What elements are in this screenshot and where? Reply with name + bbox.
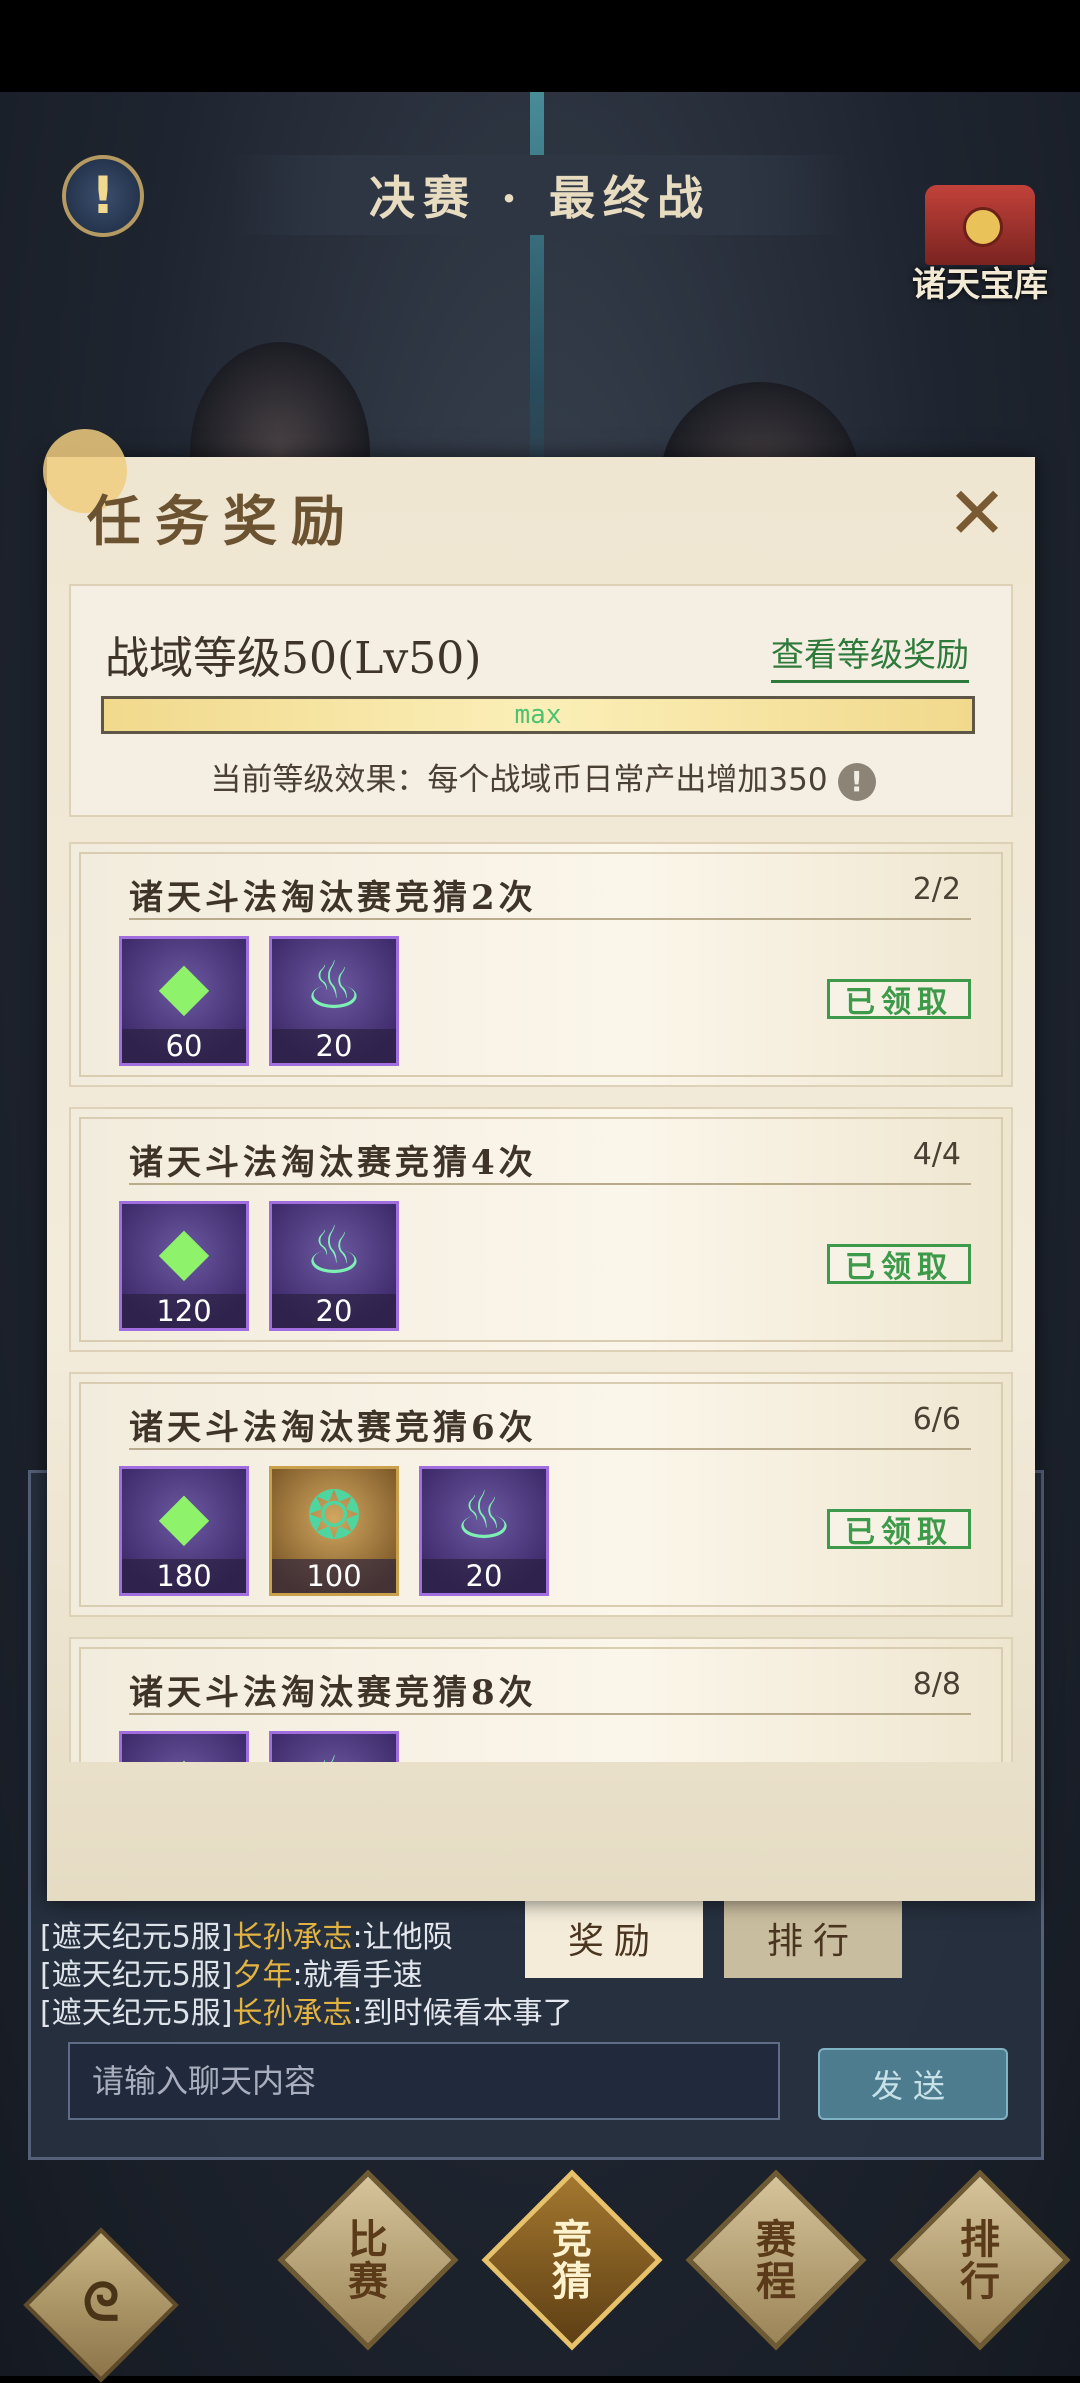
task-card: 诸天斗法淘汰赛竞猜2次 2/2 ◆ 60 ♨ 20 已领取 [69, 842, 1013, 1087]
reward-count: 60 [122, 1029, 246, 1063]
reward-item[interactable]: ◆ 180 [119, 1466, 249, 1596]
task-card: 诸天斗法淘汰赛竞猜4次 4/4 ◆ 120 ♨ 20 已领取 [69, 1107, 1013, 1352]
status-bar [0, 0, 1080, 92]
modal-title: 任务奖励 [87, 489, 359, 553]
task-title: 诸天斗法淘汰赛竞猜8次 [129, 1673, 537, 1713]
reward-item[interactable]: ◆ 120 [119, 1201, 249, 1331]
green-flame-icon: ♨ [304, 1212, 364, 1289]
info-icon[interactable]: ! [837, 762, 876, 801]
chat-message: [遮天纪元5服]长孙承志:到时候看本事了 [40, 1988, 573, 2032]
reward-item[interactable]: ♨ 20 [269, 936, 399, 1066]
claimed-stamp: 已领取 [827, 979, 971, 1020]
reward-count: 20 [272, 1294, 396, 1328]
tab-rewards-label: 奖励 [567, 1921, 660, 1962]
reward-item[interactable]: ♨ [269, 1731, 399, 1762]
nav-schedule-label: 赛 程 [756, 2216, 796, 2305]
vault-button[interactable]: 诸天宝库 [890, 185, 1070, 315]
view-level-rewards-link[interactable]: 查看等级奖励 [771, 628, 969, 683]
chat-username[interactable]: 长孙承志 [233, 1996, 353, 2031]
progress-label: max [514, 700, 562, 730]
task-card: 诸天斗法淘汰赛竞猜8次 8/8 ◆ ♨ [69, 1637, 1013, 1762]
reward-count: 180 [122, 1559, 246, 1593]
task-progress: 8/8 [912, 1667, 961, 1702]
divider [129, 1713, 971, 1715]
send-button[interactable]: 发送 [818, 2048, 1008, 2120]
task-title: 诸天斗法淘汰赛竞猜4次 [129, 1143, 537, 1183]
jade-pendant-icon: ❂ [306, 1477, 362, 1554]
task-title: 诸天斗法淘汰赛竞猜2次 [129, 878, 537, 918]
level-progress-bar: max [101, 696, 975, 734]
green-gem-icon: ◆ [158, 947, 210, 1024]
divider [129, 1448, 971, 1450]
page-title-bar: 决赛 · 最终战 [230, 155, 850, 235]
info-button[interactable]: ! [62, 155, 144, 237]
tab-rewards[interactable]: 奖励 [525, 1898, 703, 1978]
reward-item[interactable]: ◆ [119, 1731, 249, 1762]
swirl-icon: ᘓ [82, 2272, 120, 2333]
close-icon[interactable]: ✕ [945, 477, 1009, 549]
send-button-label: 发送 [870, 2067, 955, 2105]
level-panel: 战域等级50(Lv50) 查看等级奖励 max 当前等级效果：每个战域币日常产出… [69, 584, 1013, 817]
level-effect: 当前等级效果：每个战域币日常产出增加350! [71, 754, 1015, 801]
green-flame-icon: ♨ [304, 947, 364, 1024]
nav-ranking-label: 排 行 [960, 2216, 1000, 2305]
reward-item[interactable]: ❂ 100 [269, 1466, 399, 1596]
green-gem-icon: ◆ [158, 1477, 210, 1554]
tab-ranking-label: 排行 [766, 1921, 859, 1962]
reward-count: 20 [422, 1559, 546, 1593]
green-flame-icon: ♨ [272, 1742, 396, 1762]
exclamation-icon: ! [91, 166, 115, 226]
reward-count: 120 [122, 1294, 246, 1328]
divider [129, 918, 971, 920]
green-gem-icon: ◆ [158, 1212, 210, 1289]
divider [129, 1183, 971, 1185]
claimed-stamp: 已领取 [827, 1244, 971, 1285]
tab-ranking[interactable]: 排行 [724, 1898, 902, 1978]
reward-count: 20 [272, 1029, 396, 1063]
task-progress: 6/6 [912, 1402, 961, 1437]
task-title: 诸天斗法淘汰赛竞猜6次 [129, 1408, 537, 1448]
chat-text: :到时候看本事了 [352, 1996, 573, 2031]
reward-item[interactable]: ◆ 60 [119, 936, 249, 1066]
task-list[interactable]: 诸天斗法淘汰赛竞猜2次 2/2 ◆ 60 ♨ 20 已领取 诸天斗法淘汰赛竞猜4… [69, 842, 1013, 1762]
level-text: 战域等级50(Lv50) [105, 633, 482, 684]
chat-input[interactable]: 请输入聊天内容 [68, 2042, 780, 2120]
reward-count: 100 [272, 1559, 396, 1593]
task-progress: 2/2 [912, 872, 961, 907]
reward-item[interactable]: ♨ 20 [269, 1201, 399, 1331]
task-reward-modal: 任务奖励 ✕ 战域等级50(Lv50) 查看等级奖励 max 当前等级效果：每个… [43, 429, 1035, 1901]
nav-match-label: 比 赛 [348, 2216, 388, 2305]
green-gem-icon: ◆ [122, 1742, 246, 1762]
reward-item[interactable]: ♨ 20 [419, 1466, 549, 1596]
page-title: 决赛 · 最终战 [368, 171, 712, 225]
green-flame-icon: ♨ [454, 1477, 514, 1554]
claimed-stamp: 已领取 [827, 1509, 971, 1550]
effect-text: 当前等级效果：每个战域币日常产出增加350 [210, 762, 828, 798]
task-progress: 4/4 [912, 1137, 961, 1172]
pagoda-icon [925, 185, 1035, 265]
nav-guess-label: 竞 猜 [552, 2216, 592, 2305]
task-card: 诸天斗法淘汰赛竞猜6次 6/6 ◆ 180 ❂ 100 ♨ 20 已领取 [69, 1372, 1013, 1617]
chat-server: [遮天纪元5服] [40, 1996, 233, 2031]
